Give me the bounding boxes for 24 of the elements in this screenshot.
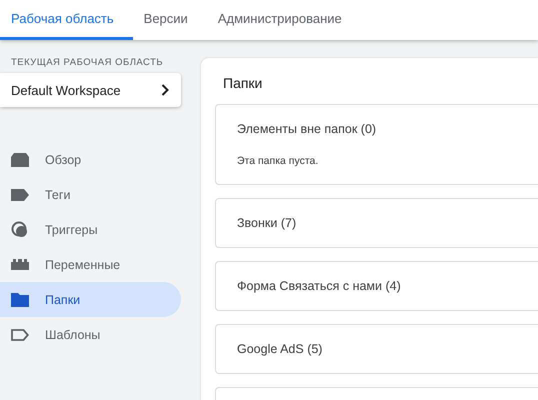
panel-title: Папки (222, 75, 264, 91)
nav-item[interactable]: Папки (0, 282, 181, 317)
folder-title[interactable]: Google AdS (5) (237, 342, 538, 356)
tab[interactable]: Администрирование (206, 0, 361, 40)
nav-item[interactable]: Шаблоны (0, 317, 181, 352)
section-label: ТЕКУЩАЯ РАБОЧАЯ ОБЛАСТЬ (10, 57, 164, 68)
brick-icon (11, 259, 29, 270)
nav-item[interactable]: Обзор (0, 142, 181, 177)
overlapping-circles-icon (11, 220, 29, 238)
folder-title[interactable]: Звонки (7) (237, 216, 538, 230)
tray-icon (11, 152, 29, 166)
tab[interactable]: Версии (132, 0, 207, 40)
nav-item[interactable]: Триггеры (0, 212, 181, 247)
folder-title[interactable]: Элементы вне папок (0) (237, 122, 538, 136)
folder-title[interactable]: Форма Связаться с нами (4) (237, 279, 538, 293)
nav-item[interactable]: Теги (0, 177, 181, 212)
tag-outline-icon (11, 328, 29, 340)
chevron-right-icon (161, 84, 169, 96)
folder-icon (11, 292, 29, 306)
nav-item[interactable]: Переменные (0, 247, 181, 282)
empty-note: Эта папка пуста. (237, 155, 320, 167)
workspace-selector[interactable]: Default Workspace (0, 73, 181, 107)
tab[interactable]: Рабочая область (0, 0, 133, 40)
tag-icon (11, 188, 29, 200)
